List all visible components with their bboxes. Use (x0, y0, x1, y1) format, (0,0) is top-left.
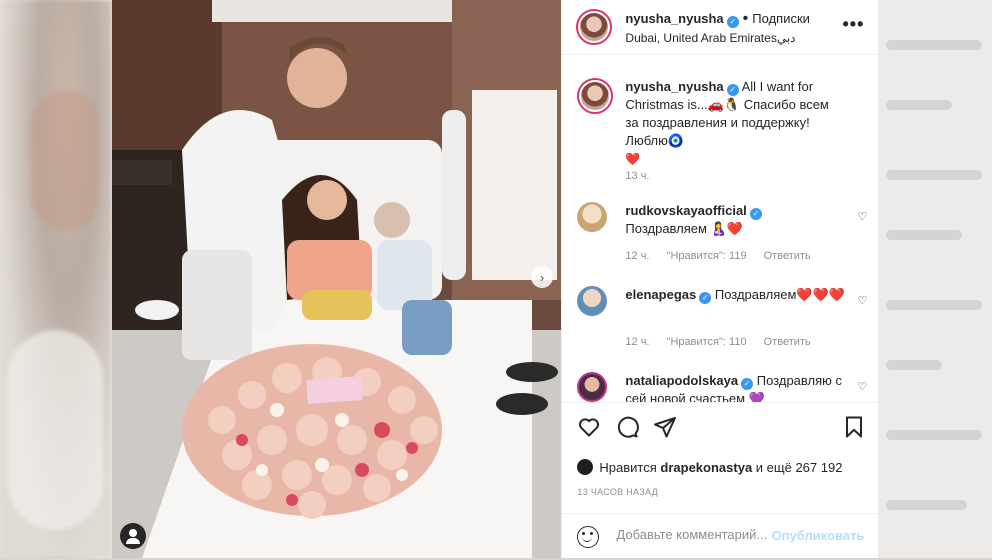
chevron-right-icon: › (539, 269, 545, 285)
verified-icon: ✓ (699, 292, 712, 304)
caption-heart: ❤️ (625, 152, 641, 166)
add-comment-bar: Опубликовать (562, 513, 879, 560)
comment-item: nataliapodolskaya ✓ Поздравляю с сей ново… (577, 372, 867, 402)
comment-input[interactable] (614, 526, 779, 543)
author-username[interactable]: nyusha_nyusha (625, 11, 723, 26)
comment-likes[interactable]: "Нравится": 110 (667, 336, 747, 348)
verified-icon: ✓ (741, 378, 754, 390)
send-icon[interactable] (653, 415, 677, 439)
post-actions: Нравится drapekonastya и ещё 267 192 13 … (562, 402, 879, 560)
liker-avatar (577, 459, 594, 475)
instagram-post: › nyusha_nyusha ✓ • Подписки Dubai, United … (112, 0, 879, 560)
user-tag-icon (129, 529, 137, 537)
background-blur-left (0, 0, 112, 558)
comment-like-icon[interactable]: ♡ (858, 294, 868, 307)
comment-text: Поздравляем 🤱❤️ (625, 221, 743, 236)
commenter-avatar[interactable] (577, 202, 608, 232)
next-photo-button[interactable]: › (531, 266, 553, 288)
photo-illustration (112, 0, 562, 558)
author-avatar[interactable] (576, 9, 613, 45)
comment-time: 12 ч. (625, 250, 650, 262)
publish-button[interactable]: Опубликовать (772, 528, 865, 543)
comment-username[interactable]: elenapegas (625, 287, 696, 302)
caption-avatar[interactable] (577, 78, 614, 114)
liker-username[interactable]: drapekonastya (660, 460, 752, 475)
reply-button[interactable]: Ответить (764, 250, 811, 262)
post-timestamp: 13 ЧАСОВ НАЗАД (577, 487, 658, 497)
comment-username[interactable]: rudkovskayaofficial (625, 203, 746, 218)
commenter-avatar[interactable] (577, 286, 608, 316)
post-photo[interactable]: › (112, 0, 562, 558)
caption-username[interactable]: nyusha_nyusha (625, 79, 723, 94)
post-header: nyusha_nyusha ✓ • Подписки Dubai, United Ar… (562, 0, 879, 55)
background-blur-right (878, 0, 992, 558)
follow-button[interactable]: Подписки (752, 11, 810, 26)
comment-icon[interactable] (615, 415, 640, 439)
comment-text: Поздравляем❤️❤️❤️ (714, 287, 845, 302)
caption: nyusha_nyusha ✓ All I want for Christmas … (577, 78, 867, 188)
user-tag-button[interactable] (120, 523, 146, 549)
emoji-icon[interactable] (577, 526, 600, 548)
caption-time: 13 ч. (625, 170, 650, 182)
comment-time: 12 ч. (625, 336, 650, 348)
comment-like-icon[interactable]: ♡ (858, 380, 868, 393)
comment-like-icon[interactable]: ♡ (858, 210, 868, 223)
verified-icon: ✓ (726, 84, 739, 96)
heart-icon[interactable] (577, 415, 601, 439)
post-sidebar: nyusha_nyusha ✓ • Подписки Dubai, United Ar… (561, 0, 879, 560)
likes-summary[interactable]: Нравится drapekonastya и ещё 267 192 (577, 459, 842, 475)
bookmark-icon[interactable] (842, 415, 866, 439)
comment-username[interactable]: nataliapodolskaya (625, 373, 738, 388)
verified-icon: ✓ (749, 208, 762, 220)
comment-item: elenapegas ✓ Поздравляем❤️❤️❤️ 12 ч. "Нра… (577, 286, 867, 358)
reply-button[interactable]: Ответить (764, 336, 811, 348)
comment-likes[interactable]: "Нравится": 119 (667, 250, 747, 262)
more-options-icon[interactable]: ••• (843, 14, 865, 35)
likes-count[interactable]: и ещё 267 192 (756, 460, 843, 475)
post-location[interactable]: Dubai, United Arab Emiratesدبي (625, 31, 795, 45)
comments-list: nyusha_nyusha ✓ All I want for Christmas … (562, 72, 878, 402)
commenter-avatar[interactable] (577, 372, 608, 402)
comment-item: rudkovskayaofficial ✓ Поздравляем 🤱❤️ 12 … (577, 202, 867, 272)
verified-icon: ✓ (726, 16, 739, 28)
